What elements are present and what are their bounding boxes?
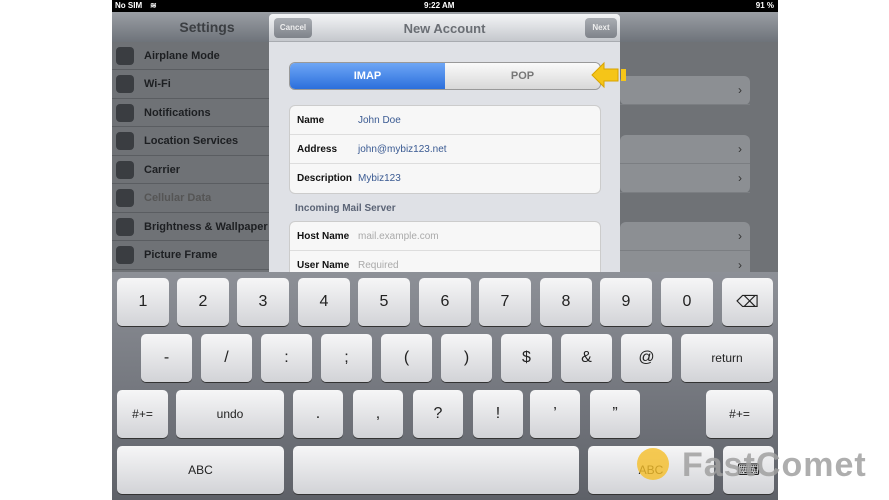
settings-item[interactable]: Airplane Mode [112,42,272,70]
key[interactable]: undo [176,390,284,438]
key[interactable]: @ [621,334,672,382]
notifications-icon [116,103,134,122]
settings-item[interactable]: Brightness & Wallpaper [112,213,272,241]
key[interactable]: #+= [117,390,168,438]
key[interactable]: return [681,334,773,382]
battery: 91 % [755,1,774,10]
settings-item-label: Notifications [144,106,211,119]
settings-item[interactable]: Cellular Data [112,185,272,213]
key[interactable]: ( [381,334,432,382]
key[interactable]: 8 [540,278,592,326]
key[interactable]: / [201,334,252,382]
location-icon [116,132,134,150]
settings-item-label: Carrier [144,163,181,176]
detail-group: › [620,76,750,105]
settings-item-label: Location Services [144,135,239,147]
key[interactable]: ? [413,390,463,438]
new-account-dialog: New Account Cancel Next IMAP POP Name Joh… [269,14,620,284]
space-key[interactable] [293,446,579,494]
key[interactable]: 0 [661,278,713,326]
settings-item-label: Airplane Mode [144,49,220,62]
wifi-icon [116,75,134,93]
cellular-icon [116,189,134,207]
ipad-screen: No SIM ≋ 9:22 AM 91 % Settings Airplane … [112,0,778,500]
detail-group: › › [620,135,750,193]
delete-icon: ⌫ [736,294,759,311]
key[interactable]: #+= [706,390,773,438]
address-field[interactable]: Address john@mybiz123.net [290,135,600,164]
watermark: FastComet [682,446,867,484]
key[interactable]: 3 [237,278,289,326]
status-bar: No SIM ≋ 9:22 AM 91 % [112,0,778,12]
dialog-title: New Account [403,21,486,36]
settings-item-label: Picture Frame [144,249,218,261]
next-button[interactable]: Next [585,18,617,38]
settings-item[interactable]: Wi-Fi [112,71,272,99]
wifi-icon: ≋ [150,1,157,10]
key[interactable]: ’ [530,390,580,438]
clock: 9:22 AM [424,1,455,10]
segment-imap[interactable]: IMAP [290,63,445,89]
key[interactable]: $ [501,334,552,382]
key[interactable]: - [141,334,192,382]
key[interactable]: 4 [298,278,350,326]
key[interactable]: 5 [358,278,410,326]
carrier: No SIM [115,1,143,10]
settings-item[interactable]: Location Services [112,128,272,156]
account-info-group: Name John Doe Address john@mybiz123.net De… [289,105,601,194]
key[interactable]: 9 [600,278,652,326]
key[interactable]: ) [441,334,492,382]
key[interactable]: & [561,334,612,382]
host-name-field[interactable]: Host Name mail.example.com [290,222,600,251]
key[interactable]: 2 [177,278,229,326]
settings-item-label: Brightness & Wallpaper [144,220,268,233]
key[interactable]: ABC [117,446,284,494]
name-field[interactable]: Name John Doe [290,106,600,135]
brightness-icon [116,217,134,236]
pointer-arrow-icon [591,61,626,89]
incoming-mail-server-header: Incoming Mail Server [295,203,396,214]
phone-icon [116,160,134,179]
picture-frame-icon [116,246,134,264]
settings-item[interactable]: Picture Frame [112,242,272,270]
watermark-logo [637,448,669,480]
settings-item[interactable]: Notifications [112,99,272,127]
settings-item-label: Cellular Data [144,192,212,204]
cancel-button[interactable]: Cancel [274,18,312,38]
key[interactable]: 6 [419,278,471,326]
key[interactable]: 7 [479,278,531,326]
key[interactable]: , [353,390,403,438]
delete-key[interactable]: ⌫ [722,278,773,326]
key[interactable]: ; [321,334,372,382]
key[interactable]: ” [590,390,640,438]
account-type-segmented-control: IMAP POP [289,62,601,90]
settings-item-label: Wi-Fi [144,78,171,90]
key[interactable]: . [293,390,343,438]
key[interactable]: ! [473,390,523,438]
key[interactable]: : [261,334,312,382]
segment-pop[interactable]: POP [445,63,600,89]
description-field[interactable]: Description Mybiz123 [290,164,600,193]
airplane-icon [116,46,134,65]
key[interactable]: 1 [117,278,169,326]
settings-item[interactable]: Carrier [112,156,272,184]
dialog-navbar: New Account Cancel Next [269,14,620,42]
